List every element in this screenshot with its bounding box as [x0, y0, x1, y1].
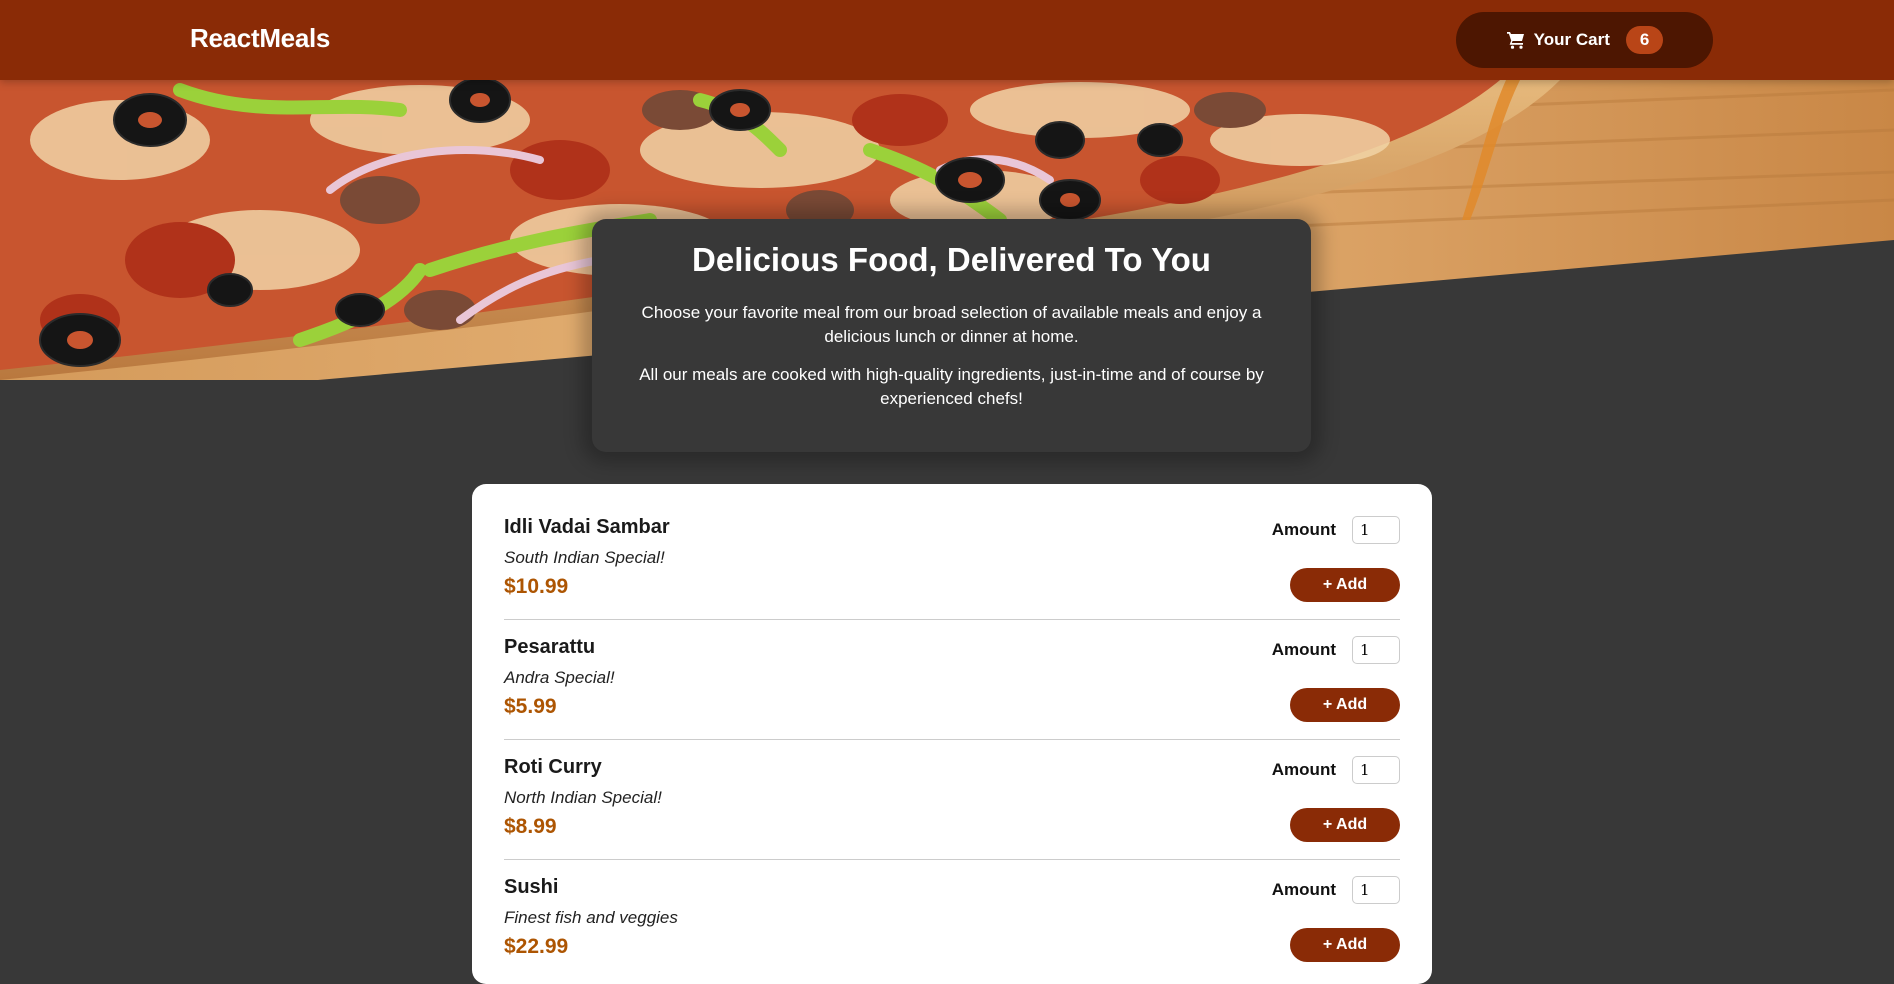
add-to-cart-button[interactable]: + Add	[1290, 688, 1400, 722]
meal-name: Sushi	[504, 876, 559, 898]
meal-price: $10.99	[504, 575, 569, 598]
amount-input[interactable]	[1352, 756, 1400, 784]
amount-row: Amount	[1272, 516, 1400, 544]
add-to-cart-button[interactable]: + Add	[1290, 808, 1400, 842]
meal-description: Andra Special!	[504, 668, 615, 687]
meal-name: Roti Curry	[504, 756, 602, 778]
add-to-cart-button[interactable]: + Add	[1290, 928, 1400, 962]
meal-price: $8.99	[504, 815, 557, 838]
add-to-cart-button[interactable]: + Add	[1290, 568, 1400, 602]
meal-item: Roti Curry North Indian Special! $8.99 A…	[504, 740, 1400, 860]
meal-item: Pesarattu Andra Special! $5.99 Amount + …	[504, 620, 1400, 740]
amount-row: Amount	[1272, 636, 1400, 664]
brand-logo: ReactMeals	[190, 23, 331, 53]
amount-label: Amount	[1271, 760, 1336, 779]
cart-label: Your Cart	[1533, 30, 1610, 49]
summary-paragraph-1: Choose your favorite meal from our broad…	[641, 303, 1262, 346]
meal-description: South Indian Special!	[504, 548, 665, 567]
amount-input[interactable]	[1352, 876, 1400, 904]
meal-description: Finest fish and veggies	[504, 908, 678, 927]
meal-item: Idli Vadai Sambar South Indian Special! …	[504, 500, 1400, 620]
meal-description: North Indian Special!	[504, 788, 662, 807]
amount-input[interactable]	[1352, 636, 1400, 664]
amount-input[interactable]	[1352, 516, 1400, 544]
summary-title: Delicious Food, Delivered To You	[692, 241, 1211, 278]
meal-name: Idli Vadai Sambar	[504, 516, 670, 538]
app-header: ReactMeals Your Cart 6	[0, 0, 1894, 80]
cart-count-badge: 6	[1625, 26, 1664, 54]
amount-label: Amount	[1271, 640, 1336, 659]
meal-price: $5.99	[504, 695, 557, 718]
cart-button[interactable]: Your Cart 6	[1456, 12, 1713, 68]
cart-icon	[1506, 30, 1526, 50]
amount-row: Amount	[1272, 876, 1400, 904]
amount-row: Amount	[1272, 756, 1400, 784]
amount-label: Amount	[1271, 880, 1336, 899]
meal-item: Sushi Finest fish and veggies $22.99 Amo…	[504, 860, 1400, 980]
summary-card: Delicious Food, Delivered To You Choose …	[592, 219, 1311, 452]
summary-paragraph-2: All our meals are cooked with high-quali…	[639, 365, 1264, 408]
amount-label: Amount	[1271, 520, 1336, 539]
meal-name: Pesarattu	[504, 636, 596, 658]
meals-list: Idli Vadai Sambar South Indian Special! …	[472, 484, 1432, 984]
meal-price: $22.99	[504, 935, 569, 958]
